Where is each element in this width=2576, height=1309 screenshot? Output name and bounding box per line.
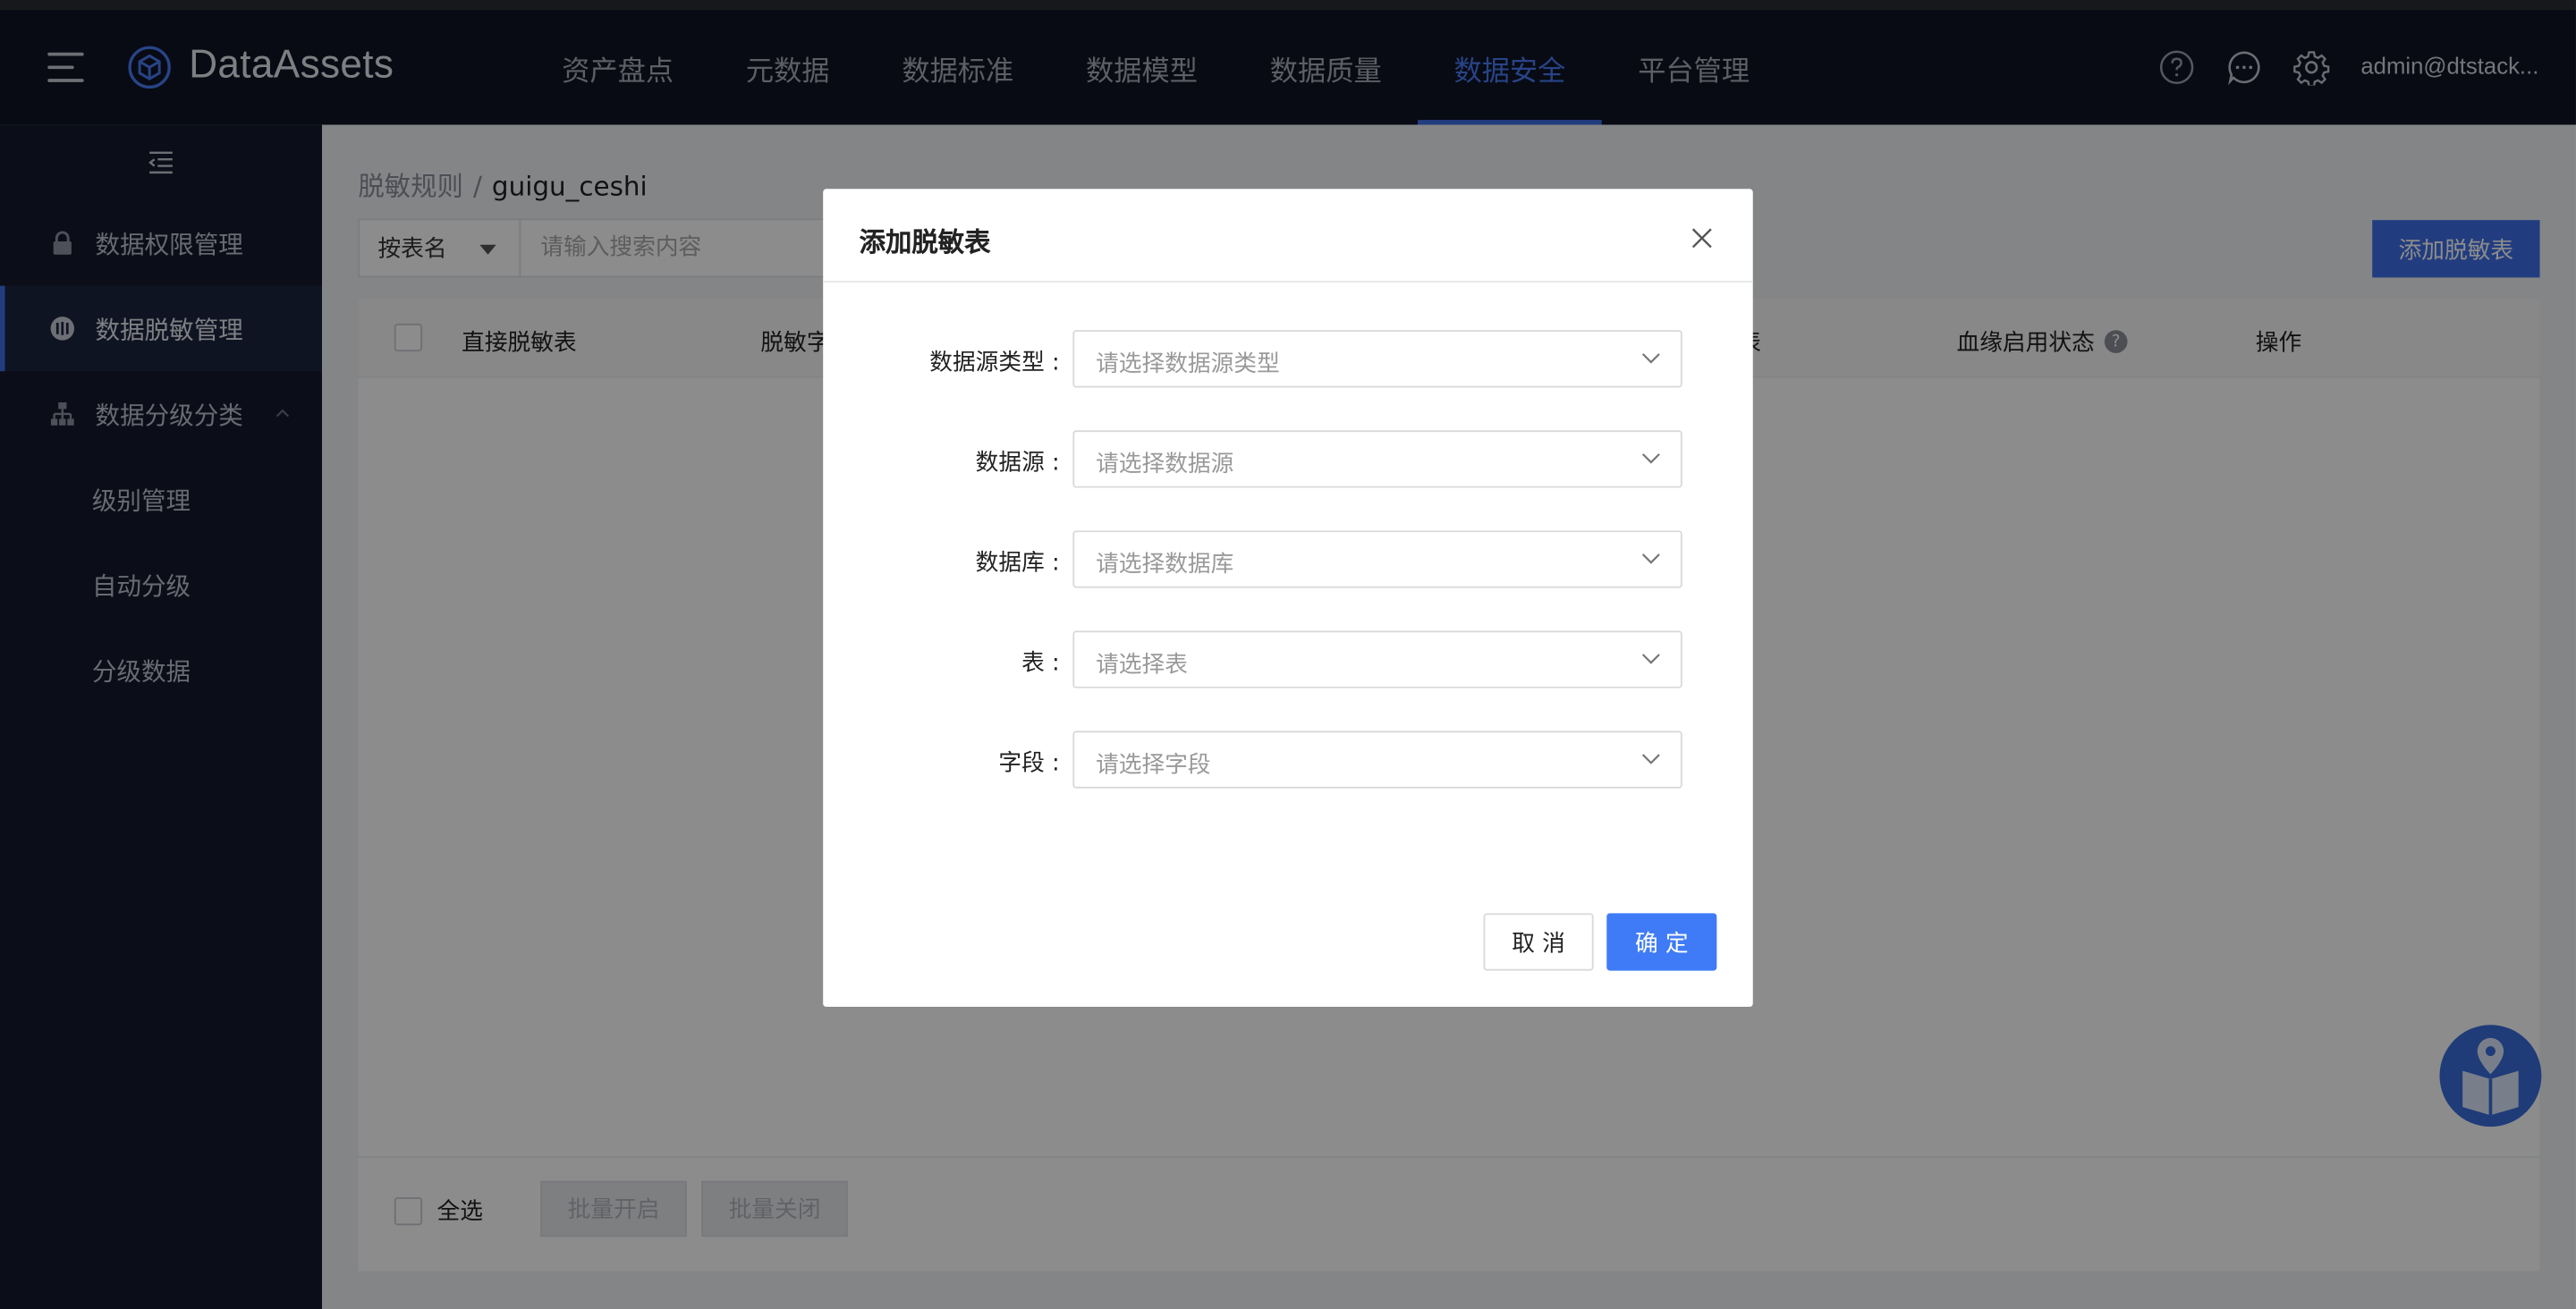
form-row-datasource-type: 数据源类型 : 请选择数据源类型 xyxy=(823,330,1753,389)
dialog-header: 添加脱敏表 xyxy=(823,189,1753,283)
form-row-database: 数据库 : 请选择数据库 xyxy=(823,530,1753,589)
field-label: 字段 : xyxy=(998,750,1060,777)
field-select[interactable]: 请选择字段 xyxy=(1072,731,1682,789)
database-select[interactable]: 请选择数据库 xyxy=(1072,530,1682,588)
add-masked-table-dialog: 添加脱敏表 数据源类型 : 请选择数据源类型 数据源 : 请选择数据源 数据库 … xyxy=(823,189,1753,1008)
confirm-button[interactable]: 确 定 xyxy=(1606,913,1717,971)
field-label: 数据源类型 : xyxy=(929,350,1060,376)
chevron-down-icon xyxy=(1641,353,1660,364)
form-row-datasource: 数据源 : 请选择数据源 xyxy=(823,430,1753,489)
select-placeholder: 请选择数据源类型 xyxy=(1096,351,1280,378)
chevron-down-icon xyxy=(1641,654,1660,664)
select-placeholder: 请选择数据库 xyxy=(1096,552,1234,578)
field-label: 数据源 : xyxy=(975,450,1060,477)
datasource-type-select[interactable]: 请选择数据源类型 xyxy=(1072,330,1682,388)
select-placeholder: 请选择表 xyxy=(1096,652,1188,679)
close-icon[interactable] xyxy=(1690,226,1714,249)
dialog-title: 添加脱敏表 xyxy=(859,226,991,258)
app-window: DataAssets 资产盘点 元数据 数据标准 数据模型 数据质量 数据安全 … xyxy=(0,0,2576,1309)
chevron-down-icon xyxy=(1641,553,1660,564)
form-row-field: 字段 : 请选择字段 xyxy=(823,731,1753,790)
select-placeholder: 请选择数据源 xyxy=(1096,452,1234,478)
form-row-table: 表 : 请选择表 xyxy=(823,630,1753,689)
datasource-select[interactable]: 请选择数据源 xyxy=(1072,430,1682,488)
chevron-down-icon xyxy=(1641,754,1660,764)
table-select[interactable]: 请选择表 xyxy=(1072,630,1682,688)
select-placeholder: 请选择字段 xyxy=(1096,752,1211,779)
field-label: 表 : xyxy=(1021,650,1060,677)
cancel-button[interactable]: 取 消 xyxy=(1483,913,1594,971)
field-label: 数据库 : xyxy=(975,550,1060,577)
chevron-down-icon xyxy=(1641,453,1660,464)
